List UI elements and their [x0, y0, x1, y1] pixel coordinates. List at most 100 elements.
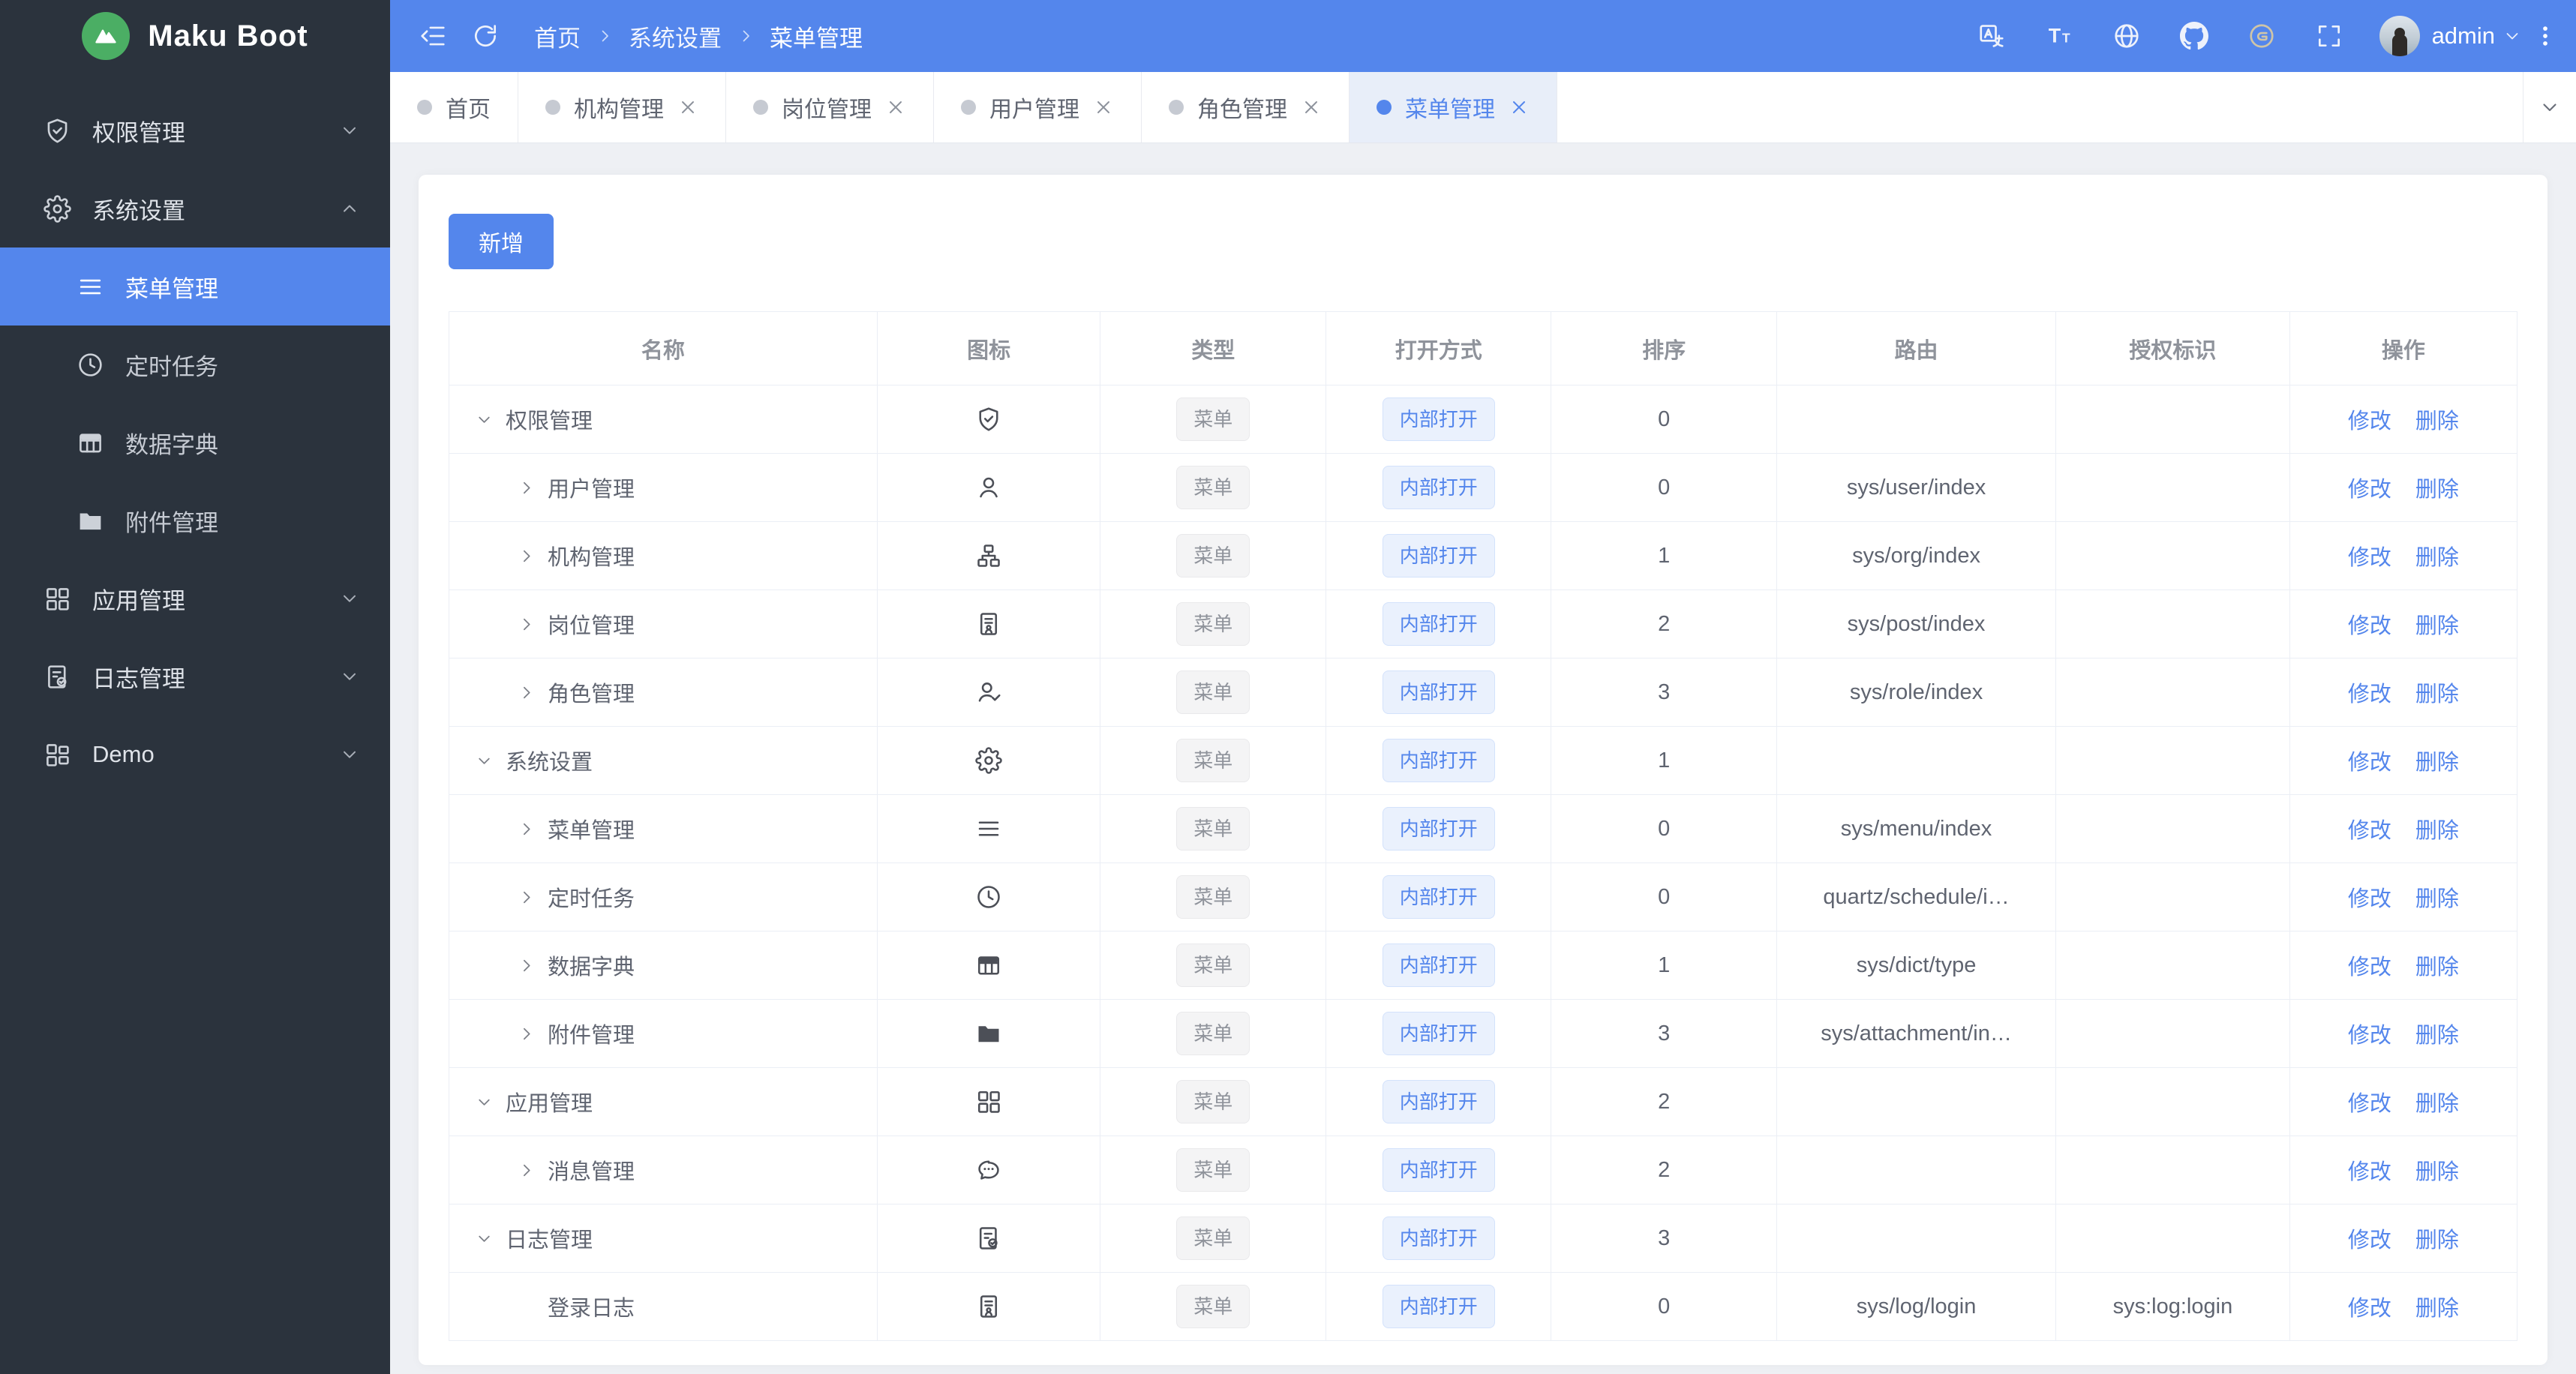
tab-close-icon[interactable]	[1093, 97, 1114, 118]
delete-link[interactable]: 删除	[2415, 1154, 2459, 1186]
sidebar-item[interactable]: 系统设置	[0, 170, 390, 248]
sidebar-item[interactable]: 菜单管理	[0, 248, 390, 326]
globe-icon[interactable]	[2093, 0, 2160, 72]
tab[interactable]: 角色管理	[1142, 72, 1350, 142]
sidebar-item-label: Demo	[92, 741, 155, 767]
sidebar-item[interactable]: Demo	[0, 716, 390, 794]
sidebar-menu: 权限管理 系统设置 菜单管理 定时任务 数据字典 附件管理 应用管理 日志管理 …	[0, 72, 390, 794]
collapse-row-icon[interactable]	[475, 410, 494, 429]
edit-link[interactable]: 修改	[2348, 1086, 2391, 1118]
content: 新增 名称 图标 类型 打开方式 排序 路由 授权标识 操作 权限管理 菜单 内部打开 0	[390, 143, 2576, 1374]
delete-link[interactable]: 删除	[2415, 1291, 2459, 1322]
expand-row-icon[interactable]	[517, 888, 536, 907]
github-icon[interactable]	[2160, 0, 2228, 72]
edit-link[interactable]: 修改	[2348, 404, 2391, 435]
route-value: sys/role/index	[1776, 658, 2057, 727]
gitee-icon[interactable]	[2228, 0, 2295, 72]
route-value	[1776, 1067, 2057, 1136]
collapse-row-icon[interactable]	[475, 1229, 494, 1248]
delete-link[interactable]: 删除	[2415, 404, 2459, 435]
svg-text:T: T	[2062, 31, 2070, 46]
collapse-row-icon[interactable]	[475, 752, 494, 770]
edit-link[interactable]: 修改	[2348, 745, 2391, 776]
tab[interactable]: 岗位管理	[726, 72, 934, 142]
tab[interactable]: 菜单管理	[1350, 72, 1557, 142]
edit-link[interactable]: 修改	[2348, 1222, 2391, 1254]
expand-row-icon[interactable]	[517, 1024, 536, 1043]
apps-grid-icon	[44, 585, 71, 613]
sidebar-item[interactable]: 权限管理	[0, 92, 390, 170]
breadcrumb-item[interactable]: 首页	[534, 20, 581, 53]
sidebar-item[interactable]: 附件管理	[0, 482, 390, 560]
open-type-tag: 内部打开	[1382, 1012, 1495, 1055]
translate-icon[interactable]	[1958, 0, 2025, 72]
app-root: Maku Boot 权限管理 系统设置 菜单管理 定时任务 数据字典 附件管理 …	[0, 0, 2576, 1374]
type-tag: 菜单	[1176, 1285, 1250, 1328]
delete-link[interactable]: 删除	[2415, 608, 2459, 640]
delete-link[interactable]: 删除	[2415, 540, 2459, 572]
font-size-icon[interactable]: TT	[2025, 0, 2093, 72]
sidebar-item[interactable]: 数据字典	[0, 404, 390, 482]
perm-value	[2055, 726, 2290, 795]
tab-close-icon[interactable]	[885, 97, 906, 118]
edit-link[interactable]: 修改	[2348, 1018, 2391, 1049]
refresh-icon[interactable]	[459, 0, 512, 72]
delete-link[interactable]: 删除	[2415, 950, 2459, 981]
edit-link[interactable]: 修改	[2348, 608, 2391, 640]
edit-link[interactable]: 修改	[2348, 1291, 2391, 1322]
tab-dot-icon	[961, 100, 976, 115]
tab-close-icon[interactable]	[1301, 97, 1322, 118]
delete-link[interactable]: 删除	[2415, 881, 2459, 913]
open-type-tag: 内部打开	[1382, 1216, 1495, 1260]
tab[interactable]: 首页	[390, 72, 518, 142]
type-tag: 菜单	[1176, 1148, 1250, 1192]
edit-link[interactable]: 修改	[2348, 813, 2391, 844]
type-tag: 菜单	[1176, 807, 1250, 850]
table-row: 消息管理 菜单 内部打开 2 修改 删除	[449, 1136, 2518, 1204]
sidebar-item[interactable]: 应用管理	[0, 560, 390, 638]
avatar[interactable]	[2379, 16, 2420, 56]
expand-row-icon[interactable]	[517, 683, 536, 702]
edit-link[interactable]: 修改	[2348, 1154, 2391, 1186]
expand-row-icon[interactable]	[517, 547, 536, 566]
add-button[interactable]: 新增	[449, 214, 554, 269]
tab-close-icon[interactable]	[677, 97, 698, 118]
delete-link[interactable]: 删除	[2415, 472, 2459, 503]
tabbar: 首页 机构管理 岗位管理 用户管理 角色管理 菜单管理	[390, 72, 2576, 143]
edit-link[interactable]: 修改	[2348, 950, 2391, 981]
type-tag: 菜单	[1176, 602, 1250, 646]
expand-row-icon[interactable]	[517, 956, 536, 975]
tab[interactable]: 用户管理	[934, 72, 1142, 142]
expand-row-icon[interactable]	[517, 478, 536, 497]
edit-link[interactable]: 修改	[2348, 881, 2391, 913]
sidebar-item[interactable]: 日志管理	[0, 638, 390, 716]
fullscreen-icon[interactable]	[2295, 0, 2363, 72]
edit-link[interactable]: 修改	[2348, 540, 2391, 572]
route-value	[1776, 385, 2057, 454]
delete-link[interactable]: 删除	[2415, 1018, 2459, 1049]
expand-row-icon[interactable]	[517, 820, 536, 838]
chevron-down-icon[interactable]	[2502, 26, 2522, 46]
delete-link[interactable]: 删除	[2415, 1222, 2459, 1254]
edit-link[interactable]: 修改	[2348, 676, 2391, 708]
expand-row-icon[interactable]	[517, 1161, 536, 1180]
expand-row-icon[interactable]	[517, 615, 536, 634]
more-menu-icon[interactable]	[2522, 0, 2568, 72]
tab-list-dropdown[interactable]	[2523, 72, 2576, 142]
tab-close-icon[interactable]	[1509, 97, 1530, 118]
breadcrumb-separator-icon	[596, 27, 614, 45]
delete-link[interactable]: 删除	[2415, 1086, 2459, 1118]
tab-dot-icon	[753, 100, 768, 115]
delete-link[interactable]: 删除	[2415, 676, 2459, 708]
tab[interactable]: 机构管理	[518, 72, 726, 142]
user-name[interactable]: admin	[2432, 22, 2495, 50]
collapse-row-icon[interactable]	[475, 1093, 494, 1112]
breadcrumb-item[interactable]: 系统设置	[629, 20, 722, 53]
perm-value	[2055, 1204, 2290, 1273]
delete-link[interactable]: 删除	[2415, 813, 2459, 844]
open-type-tag: 内部打开	[1382, 1080, 1495, 1124]
edit-link[interactable]: 修改	[2348, 472, 2391, 503]
sidebar-item[interactable]: 定时任务	[0, 326, 390, 404]
collapse-menu-icon[interactable]	[407, 0, 459, 72]
delete-link[interactable]: 删除	[2415, 745, 2459, 776]
